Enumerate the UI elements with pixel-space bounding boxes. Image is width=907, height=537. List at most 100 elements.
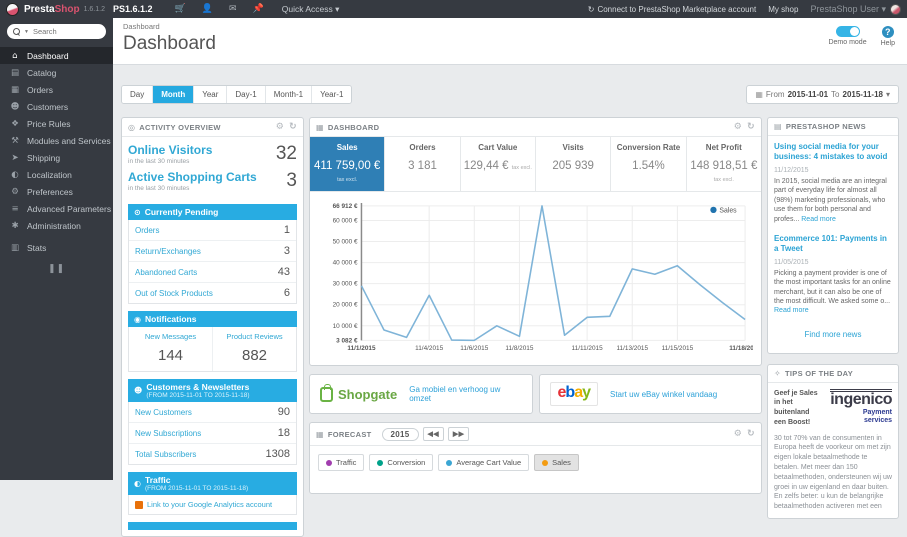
range-day-1-button[interactable]: Day-1: [227, 86, 265, 103]
date-range-picker[interactable]: ▦ From 2015-11-01 To 2015-11-18 ▾: [746, 85, 899, 104]
range-year-1-button[interactable]: Year-1: [312, 86, 351, 103]
search-scope-caret[interactable]: ▼: [24, 29, 29, 35]
news-icon: ▤: [774, 122, 782, 131]
article-date: 11/05/2015: [774, 259, 892, 266]
demo-mode-toggle[interactable]: Demo mode: [828, 26, 866, 46]
gear-icon[interactable]: ⚙: [734, 429, 742, 439]
panel-title: PRESTASHOP NEWS: [786, 122, 866, 131]
sidebar-item-catalog[interactable]: ▤Catalog: [0, 64, 113, 81]
tip-body-text: 30 tot 70% van de consumenten in Europa …: [774, 434, 892, 512]
list-item-total-subscribers[interactable]: Total Subscribers1308: [129, 444, 296, 464]
mail-icon[interactable]: ✉: [229, 4, 237, 14]
user-menu[interactable]: PrestaShop User ▾: [810, 4, 901, 15]
range-month-1-button[interactable]: Month-1: [266, 86, 312, 103]
article-title-link[interactable]: Ecommerce 101: Payments in a Tweet: [774, 234, 892, 255]
list-item-orders[interactable]: Orders1: [129, 220, 296, 241]
refresh-icon[interactable]: ↻: [747, 122, 755, 132]
sidebar-item-label: Advanced Parameters: [27, 204, 111, 214]
sidebar-item-shipping[interactable]: ➤Shipping: [0, 149, 113, 166]
customers-icon[interactable]: 👤: [202, 4, 213, 14]
gear-icon[interactable]: ⚙: [734, 122, 742, 132]
ingenico-logo[interactable]: ingenico Paymentservices: [822, 389, 892, 425]
next-year-button[interactable]: ▶▶: [448, 427, 469, 441]
topbar: PrestaShop 1.6.1.2 PS1.6.1.2 🛒 👤 ✉ 📌 Qui…: [0, 0, 907, 18]
section-title: Traffic: [145, 475, 171, 485]
list-item-returns[interactable]: Return/Exchanges3: [129, 241, 296, 262]
svg-text:11/13/2015: 11/13/2015: [616, 345, 648, 352]
sidebar-item-stats[interactable]: ▥Stats: [0, 239, 113, 256]
read-more-link[interactable]: Read more: [774, 307, 892, 314]
read-more-link[interactable]: Read more: [801, 216, 836, 223]
pin-icon[interactable]: 📌: [253, 4, 264, 14]
svg-text:Sales: Sales: [719, 207, 737, 214]
section-subtitle: (FROM 2015-11-01 TO 2015-11-18): [145, 485, 248, 492]
my-shop-link[interactable]: My shop: [768, 5, 798, 14]
stat-label[interactable]: Online Visitors: [128, 143, 212, 157]
find-more-news-link[interactable]: Find more news: [774, 324, 892, 347]
marketplace-connect-link[interactable]: ↻Connect to PrestaShop Marketplace accou…: [588, 5, 756, 14]
sidebar-item-price-rules[interactable]: ❖Price Rules: [0, 115, 113, 132]
shopgate-banner[interactable]: Shopgate Ga mobiel en verhoog uw omzet: [309, 374, 533, 414]
ebay-banner[interactable]: ebay Start uw eBay winkel vandaag: [539, 374, 763, 414]
sidebar-item-dashboard[interactable]: ⌂Dashboard: [0, 47, 113, 64]
sidebar-item-localization[interactable]: ◐Localization: [0, 166, 113, 183]
article-title-link[interactable]: Using social media for your business: 4 …: [774, 142, 892, 163]
sidebar-collapse-button[interactable]: ❚❚: [0, 264, 113, 274]
shopgate-link[interactable]: Ga mobiel en verhoog uw omzet: [409, 385, 521, 403]
quick-access-menu[interactable]: Quick Access ▾: [282, 4, 340, 15]
svg-text:11/8/2015: 11/8/2015: [505, 345, 533, 352]
customers-newsletters-header: ☻ Customers & Newsletters (FROM 2015-11-…: [128, 379, 297, 402]
sidebar-item-label: Catalog: [27, 68, 56, 78]
kpi-tab-net-profit[interactable]: Net Profit148 918,51 € tax excl.: [687, 137, 761, 191]
sidebar-item-customers[interactable]: ☻Customers: [0, 98, 113, 115]
sidebar-item-administration[interactable]: ✱Administration: [0, 217, 113, 234]
sidebar-search[interactable]: ▼: [7, 24, 106, 39]
list-item-new-subscriptions[interactable]: New Subscriptions18: [129, 423, 296, 444]
range-day-button[interactable]: Day: [122, 86, 153, 103]
tip-heading: Geef je Sales in het buitenland een Boos…: [774, 389, 818, 428]
stat-value: 3: [286, 170, 297, 192]
kpi-tab-orders[interactable]: Orders3 181: [385, 137, 460, 191]
list-item-new-customers[interactable]: New Customers90: [129, 402, 296, 423]
currently-pending-list: Orders1 Return/Exchanges3 Abandoned Cart…: [128, 220, 297, 304]
new-messages-stat[interactable]: New Messages144: [129, 327, 212, 371]
legend-sales-button[interactable]: Sales: [534, 454, 579, 471]
gear-icon[interactable]: ⚙: [276, 122, 284, 132]
sidebar-item-orders[interactable]: ▦Orders: [0, 81, 113, 98]
ebay-logo: ebay: [550, 382, 599, 406]
sidebar-item-modules[interactable]: ⚒Modules and Services: [0, 132, 113, 149]
breadcrumb[interactable]: Dashboard: [123, 22, 897, 31]
list-item-out-of-stock[interactable]: Out of Stock Products6: [129, 283, 296, 303]
toggle-switch[interactable]: [836, 26, 860, 37]
bar-chart-icon: ▥: [10, 243, 20, 253]
puzzle-icon: ⚒: [10, 136, 20, 146]
date-to-value: 2015-11-18: [843, 90, 883, 99]
brand-name: PrestaShop: [24, 4, 80, 15]
cart-icon[interactable]: 🛒: [175, 4, 186, 14]
kpi-tab-conversion-rate[interactable]: Conversion Rate1.54%: [611, 137, 686, 191]
previous-year-button[interactable]: ◀◀: [423, 427, 444, 441]
legend-traffic-button[interactable]: Traffic: [318, 454, 364, 471]
sidebar-item-preferences[interactable]: ⚙Preferences: [0, 183, 113, 200]
forecast-year-button[interactable]: 2015: [382, 428, 419, 441]
stat-label[interactable]: Active Shopping Carts: [128, 170, 257, 184]
search-input[interactable]: [33, 27, 93, 36]
list-item-abandoned-carts[interactable]: Abandoned Carts43: [129, 262, 296, 283]
legend-avg-cart-value-button[interactable]: Average Cart Value: [438, 454, 529, 471]
globe-icon: ◐: [134, 479, 141, 488]
prestashop-logo[interactable]: [6, 3, 19, 16]
kpi-tab-visits[interactable]: Visits205 939: [536, 137, 611, 191]
help-button[interactable]: ? Help: [881, 26, 895, 47]
range-month-button[interactable]: Month: [153, 86, 194, 103]
legend-conversion-button[interactable]: Conversion: [369, 454, 433, 471]
sidebar-item-advanced-parameters[interactable]: ≡Advanced Parameters: [0, 200, 113, 217]
range-year-button[interactable]: Year: [194, 86, 227, 103]
kpi-tab-cart-value[interactable]: Cart Value129,44 € tax excl.: [461, 137, 536, 191]
ebay-link[interactable]: Start uw eBay winkel vandaag: [610, 390, 717, 399]
kpi-tab-sales[interactable]: Sales411 759,00 € tax excl.: [310, 137, 385, 191]
svg-text:60 000 €: 60 000 €: [333, 217, 358, 224]
google-analytics-link[interactable]: Link to your Google Analytics account: [128, 495, 297, 515]
product-reviews-stat[interactable]: Product Reviews882: [212, 327, 296, 371]
refresh-icon[interactable]: ↻: [289, 122, 297, 132]
refresh-icon[interactable]: ↻: [747, 429, 755, 439]
